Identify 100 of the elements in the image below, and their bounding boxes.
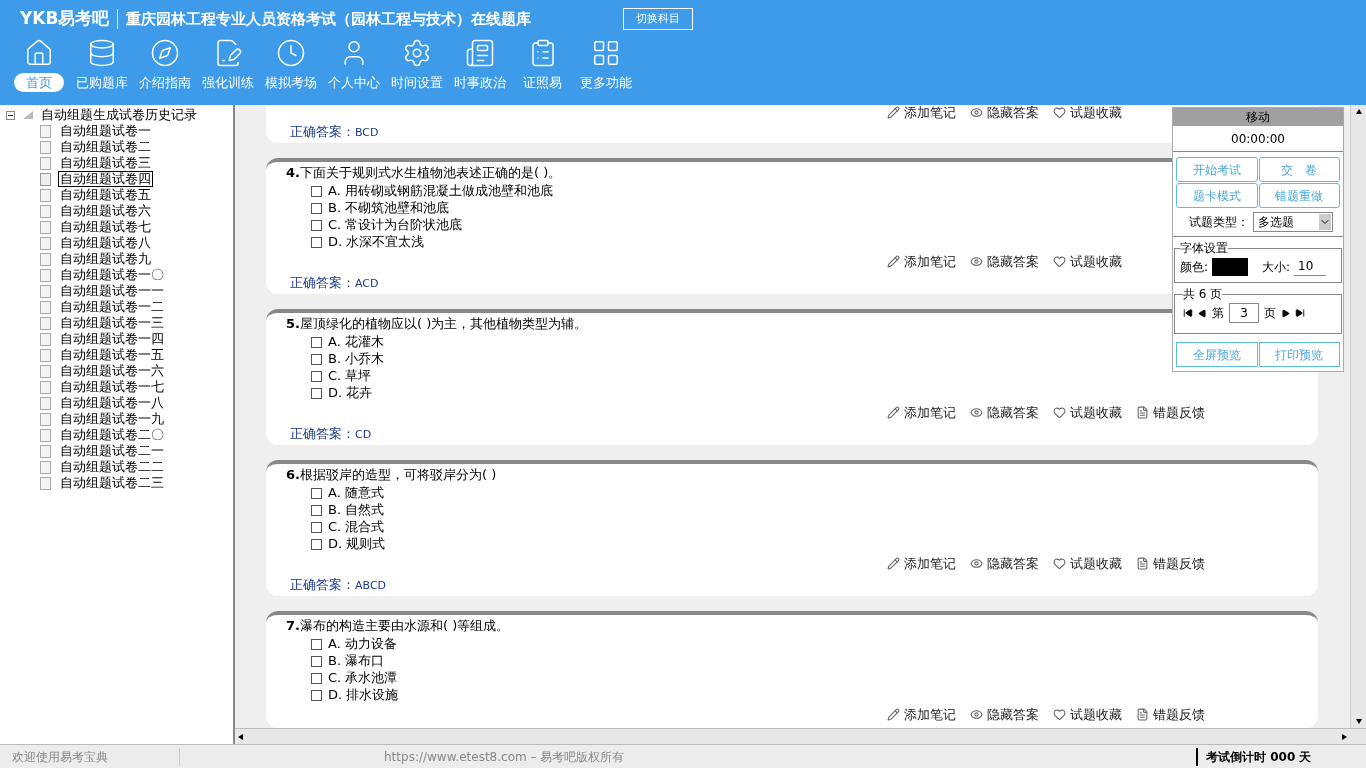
document-icon	[40, 268, 51, 282]
first-page-icon[interactable]	[1183, 308, 1193, 318]
option-label[interactable]: D. 规则式	[328, 534, 386, 554]
tree-item[interactable]: 自动组题试卷四	[58, 171, 153, 187]
tree-item[interactable]: 自动组题试卷一五	[58, 348, 166, 362]
option-label[interactable]: C. 草坪	[328, 366, 372, 386]
previous-page-icon[interactable]	[1198, 308, 1207, 318]
document-pin-icon	[40, 172, 51, 186]
question-action-link[interactable]: 错题反馈	[1136, 705, 1219, 724]
tree-item[interactable]: 自动组题试卷一七	[58, 380, 166, 394]
option-label[interactable]: D. 水深不宜太浅	[328, 232, 425, 252]
next-page-icon[interactable]	[1281, 308, 1290, 318]
tree-item[interactable]: 自动组题试卷二一	[58, 444, 166, 458]
scroll-left-icon[interactable]	[237, 732, 245, 741]
checkbox[interactable]	[311, 638, 322, 650]
page-field[interactable]: 3	[1229, 303, 1259, 323]
checkbox[interactable]	[311, 336, 322, 348]
question-action-link[interactable]: 添加笔记	[887, 252, 970, 271]
question-action-link[interactable]: 添加笔记	[887, 554, 970, 573]
question-action-link[interactable]: 添加笔记	[887, 105, 970, 122]
question-type-dropdown[interactable]: 多选题	[1253, 212, 1333, 232]
option-label[interactable]: A. 随意式	[328, 483, 384, 503]
scroll-right-icon[interactable]	[1340, 732, 1348, 741]
option-label[interactable]: C. 常设计为台阶状池底	[328, 215, 463, 235]
question-action-link[interactable]: 添加笔记	[887, 705, 970, 724]
collapse-toggle[interactable]	[6, 110, 15, 120]
tree-item[interactable]: 自动组题试卷三	[58, 156, 153, 170]
question-action-link[interactable]: 试题收藏	[1053, 105, 1136, 122]
question-action-link[interactable]: 错题反馈	[1136, 403, 1219, 422]
checkbox[interactable]	[311, 487, 322, 499]
tree-item[interactable]: 自动组题试卷一二	[58, 300, 166, 314]
folder-icon	[23, 111, 33, 119]
scroll-down-icon[interactable]	[1354, 717, 1363, 725]
window-title: 重庆园林工程专业人员资格考试（园林工程与技术）在线题库	[126, 8, 532, 30]
checkbox[interactable]	[311, 689, 322, 701]
checkbox[interactable]	[311, 504, 322, 516]
question-action-link[interactable]: 隐藏答案	[970, 554, 1053, 573]
answer-label: 正确答案：	[290, 122, 355, 141]
question-action-link[interactable]: 试题收藏	[1053, 403, 1136, 422]
question-action-link[interactable]: 添加笔记	[887, 403, 970, 422]
scroll-up-icon[interactable]	[1354, 108, 1363, 116]
tree-item[interactable]: 自动组题试卷二二	[58, 460, 166, 474]
checkbox[interactable]	[311, 538, 322, 550]
checkbox[interactable]	[311, 672, 322, 684]
checkbox[interactable]	[311, 236, 322, 248]
pencil-icon	[887, 708, 900, 721]
checkbox[interactable]	[311, 219, 322, 231]
tree-item[interactable]: 自动组题试卷八	[58, 236, 153, 250]
checkbox[interactable]	[311, 521, 322, 533]
horizontal-scrollbar[interactable]	[235, 728, 1366, 744]
question-action-link[interactable]: 隐藏答案	[970, 705, 1053, 724]
option-label[interactable]: B. 自然式	[328, 500, 385, 520]
checkbox[interactable]	[311, 387, 322, 399]
tree-item[interactable]: 自动组题试卷一	[58, 124, 153, 138]
tree-item[interactable]: 自动组题试卷二	[58, 140, 153, 154]
option-label[interactable]: D. 花卉	[328, 383, 373, 403]
tree-root-label[interactable]: 自动组题生成试卷历史记录	[41, 105, 197, 125]
tree-item[interactable]: 自动组题试卷一三	[58, 316, 166, 330]
color-label: 颜色:	[1180, 258, 1209, 276]
checkbox[interactable]	[311, 202, 322, 214]
tree-item[interactable]: 自动组题试卷七	[58, 220, 153, 234]
color-swatch[interactable]	[1212, 257, 1249, 276]
option-label[interactable]: A. 动力设备	[328, 634, 397, 654]
question-action-link[interactable]: 试题收藏	[1053, 252, 1136, 271]
size-field[interactable]: 10	[1294, 257, 1327, 276]
option-label[interactable]: C. 混合式	[328, 517, 385, 537]
panel-title-bar[interactable]: 移动	[1173, 108, 1343, 126]
tree-item[interactable]: 自动组题试卷六	[58, 204, 153, 218]
question-action-link[interactable]: 隐藏答案	[970, 252, 1053, 271]
question-action-link[interactable]: 试题收藏	[1053, 705, 1136, 724]
tree-item[interactable]: 自动组题试卷一〇	[58, 268, 166, 282]
option-label[interactable]: D. 排水设施	[328, 685, 399, 705]
tree-item[interactable]: 自动组题试卷二三	[58, 476, 166, 490]
question-action-link[interactable]: 试题收藏	[1053, 554, 1136, 573]
tree-item[interactable]: 自动组题试卷五	[58, 188, 153, 202]
option-label[interactable]: B. 瀑布口	[328, 651, 385, 671]
vertical-scrollbar[interactable]	[1350, 105, 1366, 728]
checkbox[interactable]	[311, 185, 322, 197]
tree-item[interactable]: 自动组题试卷九	[58, 252, 153, 266]
option-label[interactable]: B. 不砌筑池壁和池底	[328, 198, 450, 218]
checkbox[interactable]	[311, 353, 322, 365]
heart-icon	[1053, 106, 1066, 119]
tree-item[interactable]: 自动组题试卷一一	[58, 284, 166, 298]
checkbox[interactable]	[311, 655, 322, 667]
tree-item[interactable]: 自动组题试卷二〇	[58, 428, 166, 442]
document-icon	[1136, 406, 1149, 419]
tree-item[interactable]: 自动组题试卷一九	[58, 412, 166, 426]
tree-item[interactable]: 自动组题试卷一六	[58, 364, 166, 378]
question-action-link[interactable]: 错题反馈	[1136, 554, 1219, 573]
tree-item[interactable]: 自动组题试卷一四	[58, 332, 166, 346]
question-action-link[interactable]: 隐藏答案	[970, 105, 1053, 122]
last-page-icon[interactable]	[1295, 308, 1305, 318]
option-label[interactable]: A. 花灌木	[328, 332, 384, 352]
question-action-link[interactable]: 隐藏答案	[970, 403, 1053, 422]
option-label[interactable]: C. 承水池潭	[328, 668, 398, 688]
tree-item[interactable]: 自动组题试卷一八	[58, 396, 166, 410]
checkbox[interactable]	[311, 370, 322, 382]
option-label[interactable]: B. 小乔木	[328, 349, 385, 369]
document-icon	[40, 332, 51, 346]
option-label[interactable]: A. 用砖砌或钢筋混凝土做成池壁和池底	[328, 181, 553, 201]
